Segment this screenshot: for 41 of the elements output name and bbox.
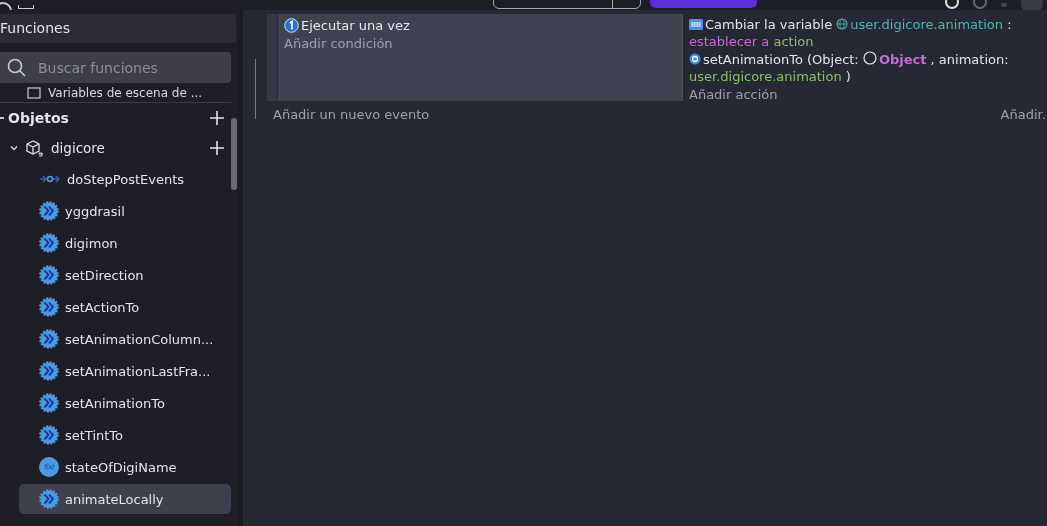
- search-field[interactable]: Buscar funciones: [38, 52, 231, 83]
- add-icon: [209, 140, 225, 156]
- panel-title: Funciones: [0, 14, 236, 43]
- panel-icon[interactable]: [18, 5, 34, 9]
- circle-icon: [862, 51, 877, 65]
- section-header[interactable]: Objetos: [8, 109, 209, 126]
- object-name: Object: [878, 52, 927, 67]
- cube-icon: [24, 139, 46, 157]
- globe-icon: [836, 18, 849, 30]
- list-item[interactable]: animateLocally: [19, 484, 231, 514]
- list-item[interactable]: setAnimationColumn...: [19, 324, 231, 354]
- tree-item[interactable]: digicore: [51, 140, 209, 156]
- action-text: setAnimationTo (Object:: [703, 52, 859, 67]
- operator-text: establecer a: [689, 34, 770, 49]
- tree-item[interactable]: Variables de escena de ...: [48, 86, 203, 100]
- action-text: ): [845, 69, 851, 84]
- value-text: action: [773, 34, 814, 49]
- list-item[interactable]: yggdrasil: [19, 196, 231, 226]
- number-icon: [284, 17, 299, 33]
- list-item[interactable]: setTintTo: [19, 420, 231, 450]
- arrows-icon: [39, 174, 61, 184]
- scrollbar-thumb[interactable]: [231, 118, 237, 190]
- variable-name: user.digicore.animation: [850, 17, 1003, 32]
- list-item[interactable]: setAnimationLastFra...: [19, 356, 231, 386]
- list-item[interactable]: digimon: [19, 228, 231, 258]
- list-item[interactable]: setDirection: [19, 260, 231, 290]
- list-item[interactable]: doStepPostEvents: [19, 164, 231, 194]
- action-text: Cambiar la variable: [705, 17, 833, 32]
- add-event-link[interactable]: Añadir un nuevo evento: [273, 107, 430, 122]
- add-action-link[interactable]: Añadir acción: [689, 86, 1043, 103]
- list-item[interactable]: setAnimationTo: [19, 388, 231, 418]
- list-item[interactable]: setActionTo: [19, 292, 231, 322]
- search-field[interactable]: Buscar funciones: [0, 52, 231, 83]
- value-text: user.digicore.animation: [689, 69, 842, 84]
- action-text: , animation:: [930, 52, 1009, 67]
- add-icon: [209, 109, 225, 126]
- add-condition-link[interactable]: Añadir condición: [284, 36, 410, 51]
- add-link[interactable]: Añadir..: [1000, 107, 1047, 122]
- action-text: :: [1007, 17, 1012, 32]
- condition-text[interactable]: Ejecutar una vez: [301, 17, 410, 33]
- search-icon: [7, 57, 27, 78]
